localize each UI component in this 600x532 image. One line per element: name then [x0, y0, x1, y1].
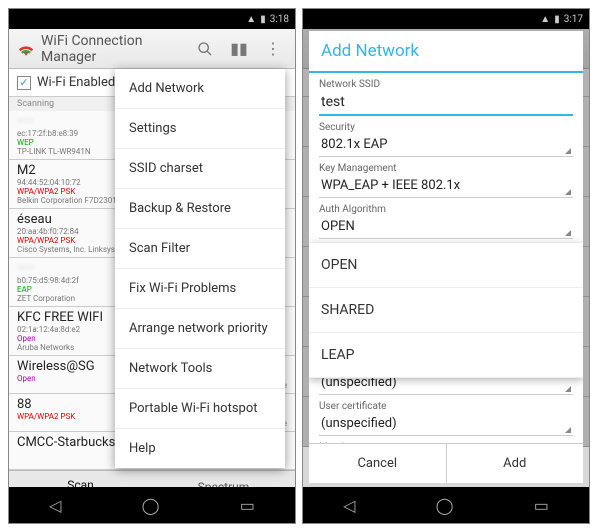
- menu-item[interactable]: Settings: [115, 109, 285, 149]
- dialog-buttons: Cancel Add: [309, 443, 583, 483]
- android-navbar: ◁ ◯ ▭: [303, 487, 589, 523]
- chevron-down-icon: [565, 230, 571, 236]
- menu-item[interactable]: Portable Wi-Fi hotspot: [115, 389, 285, 429]
- dialog-body: Network SSID test Security 802.1x EAP Ke…: [309, 73, 583, 443]
- keymgmt-value: WPA_EAP + IEEE 802.1x: [321, 178, 460, 193]
- keymgmt-label: Key Management: [319, 163, 573, 174]
- search-icon: [197, 41, 213, 57]
- status-time: 3:18: [270, 14, 289, 25]
- android-navbar: ◁ ◯ ▭: [9, 487, 295, 523]
- add-network-dialog: Add Network Network SSID test Security 8…: [309, 31, 583, 483]
- chevron-down-icon: [565, 189, 571, 195]
- more-icon: ⋮: [265, 39, 281, 58]
- battery-icon: ▮: [554, 14, 560, 25]
- security-label: Security: [319, 122, 573, 133]
- identity-label: Identity: [319, 442, 573, 443]
- menu-item[interactable]: Arrange network priority: [115, 309, 285, 349]
- status-time: 3:17: [564, 14, 583, 25]
- wifi-icon: ▲: [246, 14, 256, 25]
- ssid-input[interactable]: test: [319, 90, 573, 116]
- wifi-enabled-label: Wi-Fi Enabled: [37, 75, 115, 90]
- auth-options-popup: OPENSHAREDLEAP: [309, 243, 583, 378]
- menu-item[interactable]: Fix Wi-Fi Problems: [115, 269, 285, 309]
- battery-icon: ▮: [260, 14, 266, 25]
- app-bar: WiFi Connection Manager ▮▮ ⋮: [9, 29, 295, 69]
- menu-item[interactable]: Backup & Restore: [115, 189, 285, 229]
- menu-item[interactable]: Help: [115, 429, 285, 468]
- auth-value: OPEN: [321, 219, 355, 234]
- dialog-title: Add Network: [309, 31, 583, 73]
- chevron-down-icon: [565, 427, 571, 433]
- home-icon[interactable]: ◯: [142, 496, 160, 515]
- auth-label: Auth Algorithm: [319, 204, 573, 215]
- menu-item[interactable]: SSID charset: [115, 149, 285, 189]
- auth-dropdown[interactable]: OPEN: [319, 215, 573, 239]
- pause-button[interactable]: ▮▮: [225, 35, 253, 63]
- recents-icon[interactable]: ▭: [534, 496, 549, 515]
- search-button[interactable]: [191, 35, 219, 63]
- usercert-label: User certificate: [319, 401, 573, 412]
- add-button[interactable]: Add: [447, 444, 584, 483]
- wifi-checkbox[interactable]: ✓: [17, 76, 31, 90]
- recents-icon[interactable]: ▭: [240, 496, 255, 515]
- phone-left: ▲ ▮ 3:18 WiFi Connection Manager ▮▮ ⋮ ✓ …: [8, 8, 296, 524]
- menu-item[interactable]: Scan Filter: [115, 229, 285, 269]
- chevron-down-icon: [565, 148, 571, 154]
- app-wifi-icon: [17, 42, 35, 56]
- security-dropdown[interactable]: 802.1x EAP: [319, 133, 573, 157]
- ssid-label: Network SSID: [319, 79, 573, 90]
- usercert-dropdown[interactable]: (unspecified): [319, 412, 573, 436]
- wifi-icon: ▲: [540, 14, 550, 25]
- status-bar: ▲ ▮ 3:17: [303, 9, 589, 29]
- pause-icon: ▮▮: [230, 39, 248, 58]
- keymgmt-dropdown[interactable]: WPA_EAP + IEEE 802.1x: [319, 174, 573, 198]
- app-title: WiFi Connection Manager: [41, 33, 185, 65]
- status-bar: ▲ ▮ 3:18: [9, 9, 295, 29]
- overflow-menu: Add NetworkSettingsSSID charsetBackup & …: [115, 69, 285, 468]
- overflow-button[interactable]: ⋮: [259, 35, 287, 63]
- chevron-down-icon: [565, 386, 571, 392]
- dropdown-option[interactable]: OPEN: [309, 243, 583, 288]
- back-icon[interactable]: ◁: [49, 496, 61, 515]
- phone-right: ▲ ▮ 3:17 ✓ 3樓M2éseau小明KFCWire88 Add Netw…: [302, 8, 590, 524]
- dropdown-option[interactable]: SHARED: [309, 288, 583, 333]
- home-icon[interactable]: ◯: [436, 496, 454, 515]
- cancel-button[interactable]: Cancel: [309, 444, 447, 483]
- security-value: 802.1x EAP: [321, 137, 387, 152]
- usercert-value: (unspecified): [321, 416, 397, 431]
- dropdown-option[interactable]: LEAP: [309, 333, 583, 378]
- menu-item[interactable]: Network Tools: [115, 349, 285, 389]
- back-icon[interactable]: ◁: [343, 496, 355, 515]
- menu-item[interactable]: Add Network: [115, 69, 285, 109]
